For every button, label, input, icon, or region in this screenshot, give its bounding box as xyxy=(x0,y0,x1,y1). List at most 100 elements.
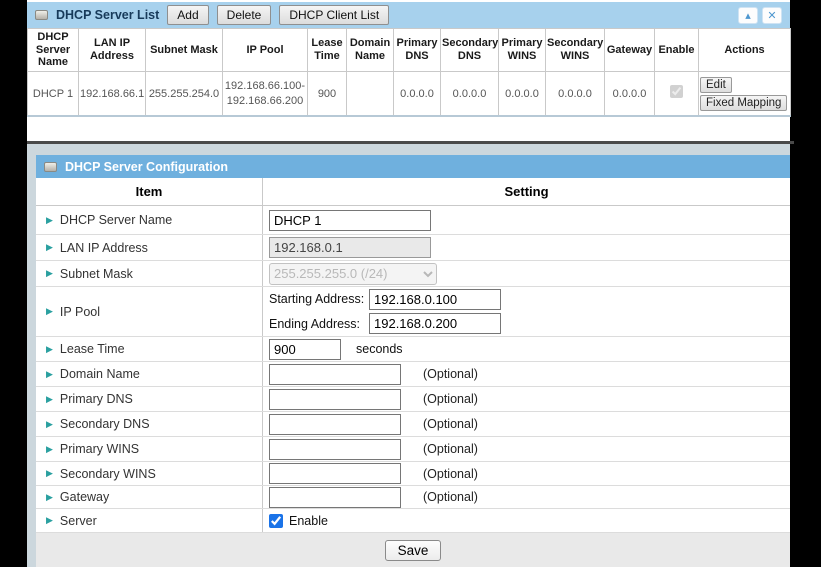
ip-pool-label: IP Pool xyxy=(60,305,100,319)
cell-name: DHCP 1 xyxy=(28,71,79,116)
optional-note: (Optional) xyxy=(423,417,478,431)
window-icon xyxy=(44,162,57,172)
subnet-mask-label: Subnet Mask xyxy=(60,267,133,281)
row-ip-pool: ▶IP Pool Starting Address: Ending Addres… xyxy=(36,287,790,337)
ip-pool-end: 192.168.66.200 xyxy=(227,95,303,107)
row-gateway: ▶ Gateway (Optional) xyxy=(36,486,790,509)
col-primary-dns: Primary DNS xyxy=(394,29,441,72)
gateway-input[interactable] xyxy=(269,487,401,508)
col-secondary-wins: Secondary WINS xyxy=(546,29,605,72)
cell-secondary-dns: 0.0.0.0 xyxy=(441,71,499,116)
save-button[interactable]: Save xyxy=(385,540,442,561)
cell-lan-ip: 192.168.66.1 xyxy=(79,71,146,116)
server-enable-checkbox[interactable] xyxy=(269,514,283,528)
dhcp-server-name-input[interactable] xyxy=(269,210,431,231)
col-domain-name: Domain Name xyxy=(347,29,394,72)
row-server: ▶ Server Enable xyxy=(36,509,790,533)
domain-name-label: Domain Name xyxy=(60,367,140,381)
cell-subnet-mask: 255.255.254.0 xyxy=(146,71,223,116)
subnet-mask-select: 255.255.255.0 (/24) xyxy=(269,263,437,285)
secondary-wins-label: Secondary WINS xyxy=(60,467,156,481)
setting-column-header: Setting xyxy=(263,178,790,205)
dhcp-server-list-window: DHCP Server List Add Delete DHCP Client … xyxy=(27,0,790,141)
optional-note: (Optional) xyxy=(423,392,478,406)
cell-primary-dns: 0.0.0.0 xyxy=(394,71,441,116)
bullet-icon: ▶ xyxy=(46,243,53,252)
primary-dns-input[interactable] xyxy=(269,389,401,410)
table-header-row: DHCP Server Name LAN IP Address Subnet M… xyxy=(28,29,791,72)
add-button[interactable]: Add xyxy=(167,5,208,25)
close-icon[interactable]: ✕ xyxy=(762,7,782,24)
server-enable-label: Enable xyxy=(289,514,328,528)
optional-note: (Optional) xyxy=(423,467,478,481)
gateway-label: Gateway xyxy=(60,490,109,504)
optional-note: (Optional) xyxy=(423,367,478,381)
cell-ip-pool: 192.168.66.100- 192.168.66.200 xyxy=(223,71,308,116)
bullet-icon: ▶ xyxy=(46,370,53,379)
primary-dns-label: Primary DNS xyxy=(60,392,133,406)
starting-address-input[interactable] xyxy=(369,289,501,310)
col-dhcp-server-name: DHCP Server Name xyxy=(28,29,79,72)
cell-actions: Edit Fixed Mapping xyxy=(699,71,791,116)
delete-button[interactable]: Delete xyxy=(217,5,272,25)
col-ip-pool: IP Pool xyxy=(223,29,308,72)
bullet-icon: ▶ xyxy=(46,445,53,454)
row-secondary-wins: ▶Secondary WINS (Optional) xyxy=(36,462,790,486)
edit-button[interactable]: Edit xyxy=(700,77,732,93)
window-icon xyxy=(35,10,48,20)
row-domain-name: ▶ Domain Name (Optional) xyxy=(36,362,790,387)
row-primary-wins: ▶ Primary WINS (Optional) xyxy=(36,437,790,462)
col-lan-ip: LAN IP Address xyxy=(79,29,146,72)
seconds-label: seconds xyxy=(356,342,403,356)
col-primary-wins: Primary WINS xyxy=(499,29,546,72)
table-row: DHCP 1 192.168.66.1 255.255.254.0 192.16… xyxy=(28,71,791,116)
cell-enable xyxy=(655,71,699,116)
lease-time-input[interactable] xyxy=(269,339,341,360)
optional-note: (Optional) xyxy=(423,442,478,456)
bullet-icon: ▶ xyxy=(46,307,53,316)
bullet-icon: ▶ xyxy=(46,395,53,404)
bullet-icon: ▶ xyxy=(46,269,53,278)
server-label: Server xyxy=(60,514,97,528)
cell-primary-wins: 0.0.0.0 xyxy=(499,71,546,116)
cell-gateway: 0.0.0.0 xyxy=(605,71,655,116)
fixed-mapping-button[interactable]: Fixed Mapping xyxy=(700,95,787,111)
dhcp-server-table: DHCP Server Name LAN IP Address Subnet M… xyxy=(27,28,791,117)
bullet-icon: ▶ xyxy=(46,493,53,502)
primary-wins-label: Primary WINS xyxy=(60,442,139,456)
row-lease-time: ▶ Lease Time seconds xyxy=(36,337,790,362)
row-lan-ip: ▶LAN IP Address xyxy=(36,235,790,261)
dhcp-config-title: DHCP Server Configuration xyxy=(65,160,228,174)
ip-pool-start: 192.168.66.100- xyxy=(225,80,305,92)
item-column-header: Item xyxy=(36,178,263,205)
ending-address-input[interactable] xyxy=(369,313,501,334)
row-secondary-dns: ▶Secondary DNS (Optional) xyxy=(36,412,790,437)
cell-secondary-wins: 0.0.0.0 xyxy=(546,71,605,116)
cell-lease-time: 900 xyxy=(308,71,347,116)
dhcp-config-header: DHCP Server Configuration xyxy=(36,155,790,178)
lease-time-label: Lease Time xyxy=(60,342,125,356)
secondary-wins-input[interactable] xyxy=(269,463,401,484)
dhcp-server-name-label: DHCP Server Name xyxy=(60,213,172,227)
row-enable-checkbox xyxy=(670,85,683,98)
optional-note: (Optional) xyxy=(423,490,478,504)
collapse-icon[interactable]: ▴ xyxy=(738,7,758,24)
col-secondary-dns: Secondary DNS xyxy=(441,29,499,72)
col-lease-time: Lease Time xyxy=(308,29,347,72)
cell-domain-name xyxy=(347,71,394,116)
dhcp-client-list-button[interactable]: DHCP Client List xyxy=(279,5,389,25)
bullet-icon: ▶ xyxy=(46,516,53,525)
dhcp-config-panel: DHCP Server Configuration Item Setting ▶… xyxy=(36,155,790,567)
secondary-dns-label: Secondary DNS xyxy=(60,417,150,431)
col-enable: Enable xyxy=(655,29,699,72)
page-background: DHCP Server Configuration Item Setting ▶… xyxy=(27,144,790,567)
secondary-dns-input[interactable] xyxy=(269,414,401,435)
config-footer: Save xyxy=(36,533,790,567)
dhcp-server-list-title: DHCP Server List xyxy=(56,8,159,22)
dhcp-server-list-header: DHCP Server List Add Delete DHCP Client … xyxy=(27,2,790,28)
primary-wins-input[interactable] xyxy=(269,439,401,460)
bullet-icon: ▶ xyxy=(46,345,53,354)
starting-address-label: Starting Address: xyxy=(269,292,369,306)
col-gateway: Gateway xyxy=(605,29,655,72)
domain-name-input[interactable] xyxy=(269,364,401,385)
